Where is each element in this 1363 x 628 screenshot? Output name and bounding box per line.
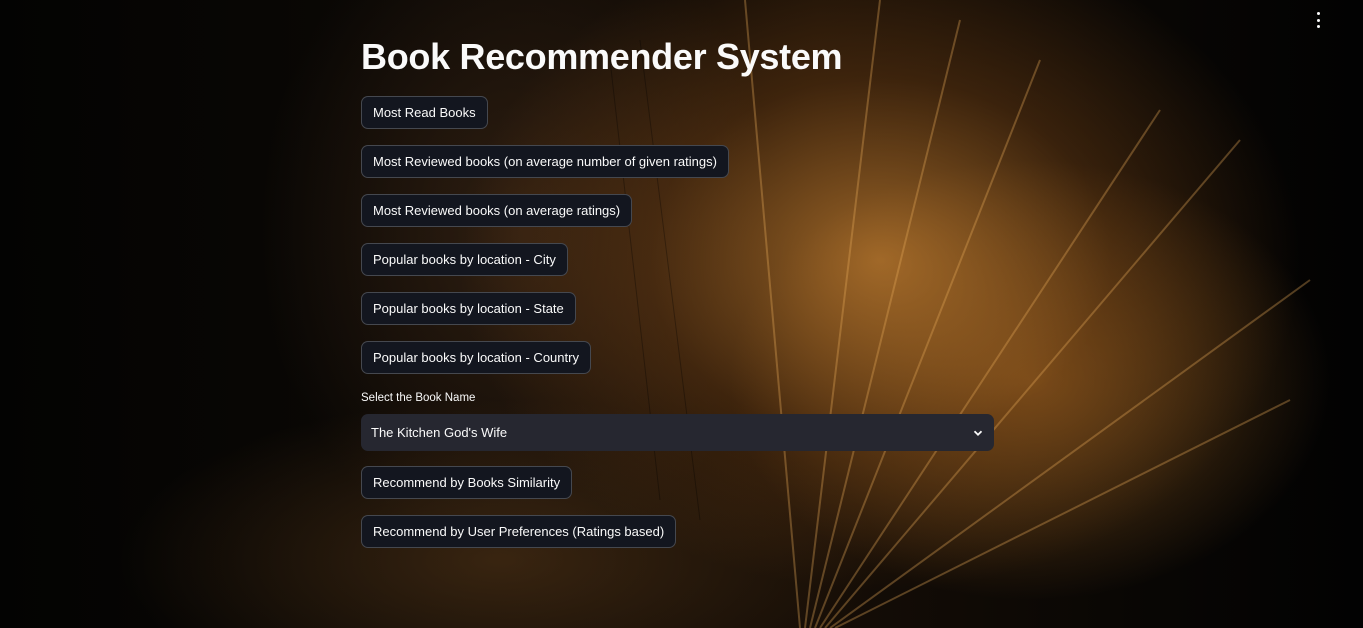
popular-by-state-button[interactable]: Popular books by location - State [361, 292, 576, 325]
page-title: Book Recommender System [361, 36, 843, 77]
popular-by-city-button[interactable]: Popular books by location - City [361, 243, 568, 276]
most-reviewed-avg-button[interactable]: Most Reviewed books (on average ratings) [361, 194, 633, 227]
popular-by-country-button[interactable]: Popular books by location - Country [361, 341, 591, 374]
book-select-value: The Kitchen God's Wife [371, 425, 508, 440]
most-reviewed-count-button[interactable]: Most Reviewed books (on average number o… [361, 145, 729, 178]
book-select-label: Select the Book Name [361, 392, 476, 404]
chevron-down-icon [973, 430, 983, 436]
main-menu-button[interactable] [1313, 12, 1323, 28]
book-select[interactable]: The Kitchen God's Wife [361, 414, 994, 451]
background-image-open-book [0, 0, 1363, 628]
book-pages-illustration [609, 0, 1311, 628]
recommend-similarity-button[interactable]: Recommend by Books Similarity [361, 466, 573, 499]
recommend-user-preferences-button[interactable]: Recommend by User Preferences (Ratings b… [361, 515, 677, 548]
most-read-books-button[interactable]: Most Read Books [361, 96, 488, 129]
